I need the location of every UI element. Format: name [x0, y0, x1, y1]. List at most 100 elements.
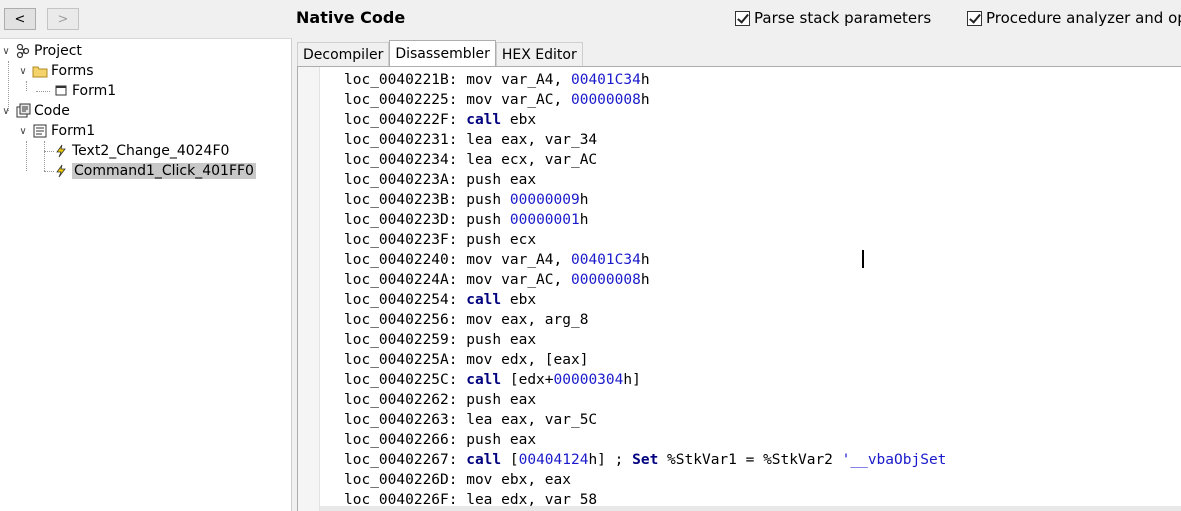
code-line[interactable]: loc_00402231: lea eax, var_34	[344, 130, 946, 150]
project-icon	[15, 43, 31, 59]
checkbox-label: Procedure analyzer and op	[986, 9, 1181, 27]
project-tree: ∨ Project ∨ Forms Form1 ∨ Code ∨ Form1 T…	[0, 38, 291, 511]
code-number: 00401C34	[570, 252, 641, 268]
back-button[interactable]: <	[4, 8, 36, 30]
code-keyword: Set	[632, 452, 659, 468]
code-text: loc_0040224A: mov var_AC,	[344, 272, 571, 288]
horizontal-scrollbar[interactable]	[320, 506, 1181, 511]
tree-node-form1-code[interactable]: ∨ Form1	[17, 121, 95, 141]
code-line[interactable]: loc_0040222F: call ebx	[344, 110, 946, 130]
procedure-analyzer-checkbox[interactable]: Procedure analyzer and op	[967, 9, 1181, 27]
code-line[interactable]: loc_0040225C: call [edx+00000304h]	[344, 370, 946, 390]
code-line[interactable]: loc_0040225A: mov edx, [eax]	[344, 350, 946, 370]
code-text: h	[640, 252, 650, 268]
app-window: < > Native Code Parse stack parameters P…	[0, 0, 1181, 511]
lightning-event-icon	[53, 143, 69, 159]
code-text: loc_0040223B: push	[344, 192, 510, 208]
code-line[interactable]: loc_0040221B: mov var_A4, 00401C34h	[344, 70, 946, 90]
tab-decompiler[interactable]: Decompiler	[297, 42, 390, 66]
code-number: '__vbaObjSet	[841, 452, 947, 468]
view-tabs: Decompiler Disassembler HEX Editor	[297, 40, 583, 66]
checkbox-checked-icon	[735, 10, 750, 26]
tree-node-code[interactable]: ∨ Code	[0, 101, 70, 121]
tab-hex-editor[interactable]: HEX Editor	[495, 42, 583, 66]
code-text: [	[501, 452, 519, 468]
folder-icon	[32, 63, 48, 79]
code-text: loc_00402231: lea eax, var_34	[344, 132, 598, 148]
code-text: loc_00402266: push eax	[344, 432, 537, 448]
code-text: h	[579, 192, 589, 208]
tree-node-forms[interactable]: ∨ Forms	[17, 61, 94, 81]
code-line[interactable]: loc_00402259: push eax	[344, 330, 946, 350]
tree-node-label: Form1	[51, 123, 96, 139]
chevron-down-icon[interactable]: ∨	[17, 126, 29, 137]
code-text: h	[640, 72, 650, 88]
code-text: h]	[623, 372, 641, 388]
code-keyword: call	[466, 452, 502, 468]
code-line[interactable]: loc_00402225: mov var_AC, 00000008h	[344, 90, 946, 110]
code-text: loc_00402263: lea eax, var_5C	[344, 412, 598, 428]
code-line[interactable]: loc_0040223B: push 00000009h	[344, 190, 946, 210]
code-number: 00000008	[570, 92, 641, 108]
code-text: loc_00402259: push eax	[344, 332, 537, 348]
page-title: Native Code	[296, 8, 406, 27]
code-text: loc_00402254:	[344, 292, 467, 308]
code-text: loc_00402256: mov eax, arg_8	[344, 312, 589, 328]
tree-node-command1-click[interactable]: Command1_Click_401FF0	[53, 161, 256, 181]
code-line[interactable]: loc_00402267: call [00404124h] ; Set %St…	[344, 450, 946, 470]
code-text: ebx	[501, 112, 537, 128]
code-text: h	[640, 272, 650, 288]
code-text: loc_00402262: push eax	[344, 392, 537, 408]
code-line[interactable]: loc_00402256: mov eax, arg_8	[344, 310, 946, 330]
tree-node-label: Code	[34, 103, 70, 119]
code-text: loc_0040225A: mov edx, [eax]	[344, 352, 589, 368]
parse-stack-parameters-checkbox[interactable]: Parse stack parameters	[735, 9, 931, 27]
code-number: 00000304	[553, 372, 624, 388]
code-line[interactable]: loc_00402240: mov var_A4, 00401C34h	[344, 250, 946, 270]
tree-node-text2-change[interactable]: Text2_Change_4024F0	[53, 141, 229, 161]
tree-node-label: Form1	[72, 83, 117, 99]
code-text: h	[579, 212, 589, 228]
code-keyword: call	[466, 292, 502, 308]
code-line[interactable]: loc_0040223A: push eax	[344, 170, 946, 190]
code-text: ebx	[501, 292, 537, 308]
chevron-down-icon[interactable]: ∨	[0, 46, 12, 57]
code-text: %StkVar1 = %StkVar2	[658, 452, 842, 468]
code-line[interactable]: loc_0040223D: push 00000001h	[344, 210, 946, 230]
tree-node-label: Text2_Change_4024F0	[72, 143, 230, 159]
code-text: loc_0040222F:	[344, 112, 467, 128]
code-line[interactable]: loc_00402266: push eax	[344, 430, 946, 450]
code-text: h] ;	[588, 452, 633, 468]
chevron-down-icon[interactable]: ∨	[17, 66, 29, 77]
code-number: 00000001	[509, 212, 580, 228]
code-line[interactable]: loc_0040226D: mov ebx, eax	[344, 470, 946, 490]
code-text: loc_0040223D: push	[344, 212, 510, 228]
code-module-icon	[15, 103, 31, 119]
code-text: loc_00402240: mov var_A4,	[344, 252, 571, 268]
code-text: loc_0040225C:	[344, 372, 467, 388]
tree-node-label: Forms	[51, 63, 94, 79]
code-line[interactable]: loc_00402234: lea ecx, var_AC	[344, 150, 946, 170]
tab-disassembler[interactable]: Disassembler	[389, 40, 496, 66]
code-text: [edx+	[501, 372, 554, 388]
checkbox-checked-icon	[967, 10, 982, 26]
tree-node-label: Project	[34, 43, 82, 59]
code-line[interactable]: loc_00402262: push eax	[344, 390, 946, 410]
code-number: 00401C34	[570, 72, 641, 88]
code-text: loc_0040221B: mov var_A4,	[344, 72, 571, 88]
chevron-down-icon[interactable]: ∨	[0, 106, 12, 117]
disassembly-editor[interactable]: loc_0040221B: mov var_A4, 00401C34h loc_0…	[297, 66, 1181, 511]
forward-button[interactable]: >	[47, 8, 79, 30]
tree-node-project[interactable]: ∨ Project	[0, 41, 82, 61]
code-line[interactable]: loc_0040223F: push ecx	[344, 230, 946, 250]
code-text: loc_0040223A: push eax	[344, 172, 537, 188]
code-number: 00404124	[518, 452, 589, 468]
code-text: h	[640, 92, 650, 108]
code-line[interactable]: loc_0040224A: mov var_AC, 00000008h	[344, 270, 946, 290]
code-line[interactable]: loc_00402254: call ebx	[344, 290, 946, 310]
code-listing[interactable]: loc_0040221B: mov var_A4, 00401C34h loc_0…	[344, 70, 946, 510]
code-text: loc_0040223F: push ecx	[344, 232, 537, 248]
tree-node-label: Command1_Click_401FF0	[72, 163, 256, 179]
tree-node-form1-form[interactable]: Form1	[53, 81, 116, 101]
code-line[interactable]: loc_00402263: lea eax, var_5C	[344, 410, 946, 430]
